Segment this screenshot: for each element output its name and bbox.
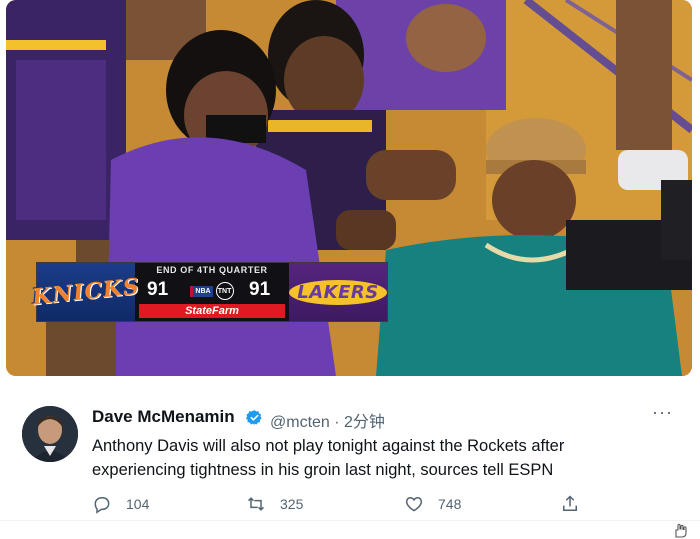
handle-and-time[interactable]: @mcten · 2分钟 (270, 408, 385, 432)
reply-count: 104 (126, 496, 150, 512)
retweet-button[interactable]: 325 (246, 494, 303, 514)
away-score: 91 (249, 279, 271, 300)
like-count: 748 (438, 496, 462, 512)
avatar-image (22, 406, 78, 462)
divider (0, 520, 700, 521)
tweet-text: Anthony Davis will also not play tonight… (92, 437, 565, 479)
tweet-photo[interactable]: KNICKS END OF 4TH QUARTER 91 NBA TNT 91 … (6, 0, 692, 376)
hand-icon[interactable] (672, 522, 690, 538)
retweet-icon (247, 497, 265, 511)
like-icon (405, 496, 423, 512)
verified-badge-icon (246, 410, 262, 425)
more-options-icon[interactable]: ··· (652, 402, 673, 423)
period-label: END OF 4TH QUARTER (156, 265, 268, 275)
retweet-count: 325 (280, 496, 304, 512)
tweet-card[interactable]: Dave McMenamin @mcten · 2分钟 ··· Anthony … (0, 384, 700, 520)
home-team-name: KNICKS (30, 273, 142, 311)
tnt-logo: TNT (215, 282, 234, 300)
reply-icon (94, 497, 110, 514)
share-icon (563, 495, 577, 511)
lakers-logo: LAKERS (289, 263, 387, 321)
author-avatar[interactable] (22, 406, 78, 462)
away-team-name: LAKERS (289, 279, 387, 305)
sponsor-banner: StateFarm (139, 304, 285, 318)
knicks-logo: KNICKS (31, 263, 141, 321)
nba-logo: NBA (190, 285, 213, 297)
home-score: 91 (147, 279, 169, 300)
scoreboard: KNICKS END OF 4TH QUARTER 91 NBA TNT 91 … (31, 262, 388, 322)
tweet-actions: 104 325 748 (92, 494, 612, 516)
network-badge: NBA TNT (184, 282, 240, 300)
sponsor-text: StateFarm (185, 305, 239, 317)
share-button[interactable] (560, 494, 580, 514)
author-name[interactable]: Dave McMenamin (92, 407, 235, 427)
like-button[interactable]: 748 (404, 494, 461, 514)
reply-button[interactable]: 104 (92, 494, 149, 514)
